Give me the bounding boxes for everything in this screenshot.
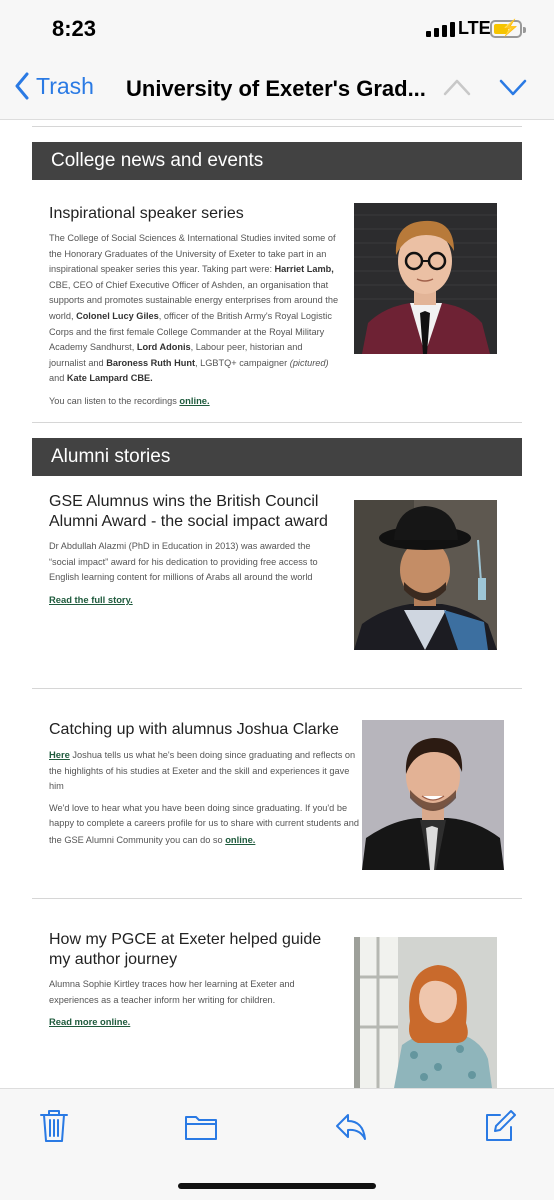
navigation-bar: Trash University of Exeter's Grad... (0, 58, 554, 120)
reply-icon[interactable] (334, 1109, 368, 1143)
read-full-story-link[interactable]: Read the full story. (49, 594, 133, 605)
status-bar: 8:23 LTE ⚡ (0, 0, 554, 58)
article-body: Dr Abdullah Alazmi (PhD in Education in … (49, 541, 318, 583)
chevron-down-icon[interactable] (498, 76, 528, 98)
divider (32, 126, 522, 127)
article-british-council-award: GSE Alumnus wins the British Council Alu… (49, 492, 339, 608)
article-body: Here Joshua tells us what he's been doin… (49, 747, 356, 792)
read-more-online-link[interactable]: Read more online. (49, 1016, 130, 1027)
careers-profile-online-link[interactable]: online. (225, 832, 255, 848)
email-body[interactable]: College news and events Inspirational sp… (0, 120, 554, 1088)
bottom-toolbar (0, 1088, 554, 1200)
article-body: Alumna Sophie Kirtley traces how her lea… (49, 979, 295, 1005)
article-joshua-clarke: Catching up with alumnus Joshua Clarke H… (49, 720, 361, 849)
divider (32, 422, 522, 423)
divider (32, 898, 522, 899)
compose-icon[interactable] (484, 1109, 516, 1143)
folder-icon[interactable] (184, 1109, 218, 1143)
section-header-college: College news and events (32, 142, 522, 180)
photo-joshua-clarke (362, 720, 504, 870)
cell-signal-icon (426, 22, 455, 37)
here-link[interactable]: Here (49, 747, 70, 763)
chevron-up-icon[interactable] (442, 76, 472, 98)
battery-icon: ⚡ (490, 20, 526, 38)
trash-icon[interactable] (38, 1109, 70, 1143)
article-title: How my PGCE at Exeter helped guide my au… (49, 931, 322, 968)
photo-abdullah-alazmi (354, 500, 497, 650)
article-title: Catching up with alumnus Joshua Clarke (49, 721, 339, 738)
message-title: University of Exeter's Grad... (126, 76, 426, 101)
photo-sophie-kirtley (354, 937, 497, 1088)
back-button[interactable]: Trash (14, 72, 94, 100)
article-speaker-series: Inspirational speaker series The College… (49, 204, 339, 410)
photo-ruth-hunt (354, 203, 497, 354)
divider (32, 688, 522, 689)
chevron-left-icon (15, 72, 29, 100)
article-body: The College of Social Sciences & Interna… (49, 233, 339, 384)
back-button-label: Trash (36, 72, 94, 99)
article-title: Inspirational speaker series (49, 205, 244, 222)
article-pgce-author: How my PGCE at Exeter helped guide my au… (49, 930, 339, 1030)
recordings-online-link[interactable]: online. (179, 393, 209, 409)
section-header-alumni: Alumni stories (32, 438, 522, 476)
article-body-2: We'd love to hear what you have been doi… (49, 801, 361, 849)
listen-line: You can listen to the recordings online. (49, 393, 339, 410)
article-title: GSE Alumnus wins the British Council Alu… (49, 493, 328, 530)
network-type: LTE (458, 18, 491, 38)
home-indicator[interactable] (178, 1183, 376, 1189)
status-time: 8:23 (52, 16, 97, 41)
